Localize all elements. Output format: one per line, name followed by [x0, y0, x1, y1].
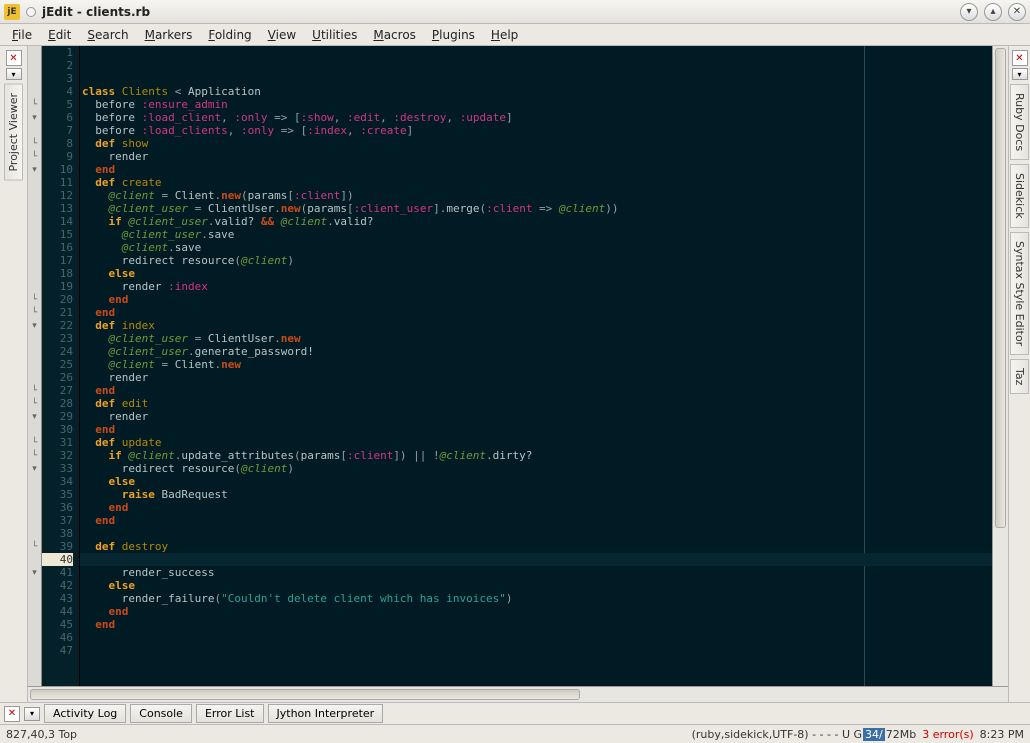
dock-tab-sidekick[interactable]: Sidekick [1010, 164, 1029, 228]
dock-tab-project-viewer[interactable]: Project Viewer [4, 84, 23, 181]
menu-file[interactable]: File [4, 26, 40, 44]
vertical-scrollbar[interactable] [992, 46, 1008, 686]
horizontal-scrollbar[interactable] [28, 686, 1008, 702]
code-line[interactable]: redirect resource(@client) [82, 462, 992, 475]
menu-plugins[interactable]: Plugins [424, 26, 483, 44]
dock-tab-ruby-docs[interactable]: Ruby Docs [1010, 84, 1029, 160]
dock-tab-error-list[interactable]: Error List [196, 704, 264, 723]
code-line[interactable]: class Clients < Application [82, 85, 992, 98]
error-count[interactable]: 3 error(s) [922, 728, 973, 741]
code-line[interactable]: end [82, 423, 992, 436]
editor: └▾└└▾└└▾└└▾└└▾└▾ 12345678910111213141516… [28, 46, 1008, 702]
code-line[interactable]: @client.save [82, 241, 992, 254]
statusbar: 827,40,3 Top (ruby,sidekick,UTF-8) - - -… [0, 724, 1030, 743]
code-line[interactable]: before :load_client, :only => [:show, :e… [82, 111, 992, 124]
dock-tab-syntax-style-editor[interactable]: Syntax Style Editor [1010, 232, 1029, 355]
code-line[interactable]: end [82, 618, 992, 631]
code-line[interactable]: @client = Client.new [82, 358, 992, 371]
code-line[interactable] [82, 527, 992, 540]
dock-menu-button[interactable]: ▾ [6, 68, 22, 80]
code-line[interactable]: render [82, 371, 992, 384]
dock-tab-jython-interpreter[interactable]: Jython Interpreter [268, 704, 384, 723]
code-line[interactable]: end [82, 514, 992, 527]
code-line[interactable]: else [82, 267, 992, 280]
code-line[interactable]: end [82, 384, 992, 397]
code-line[interactable]: @client_user = ClientUser.new [82, 332, 992, 345]
caret-position: 827,40,3 Top [6, 728, 77, 741]
code-line[interactable]: def update [82, 436, 992, 449]
menu-folding[interactable]: Folding [200, 26, 259, 44]
code-line[interactable]: def index [82, 319, 992, 332]
gutter[interactable]: 1234567891011121314151617181920212223242… [42, 46, 80, 686]
code-line[interactable]: def create [82, 176, 992, 189]
code-line[interactable]: @client_user = ClientUser.new(params[:cl… [82, 202, 992, 215]
code-line[interactable]: @client_user.generate_password! [82, 345, 992, 358]
code-line[interactable]: redirect resource(@client) [82, 254, 992, 267]
memory-used[interactable]: 34/ [863, 728, 885, 741]
app-icon: jE [4, 4, 20, 20]
code-line[interactable]: end [82, 605, 992, 618]
code-line[interactable]: @client = Client.new(params[:client]) [82, 189, 992, 202]
titlebar: jE jEdit - clients.rb ▾ ▴ ✕ [0, 0, 1030, 24]
code-line[interactable]: end [82, 501, 992, 514]
code-line[interactable]: else [82, 475, 992, 488]
dock-menu-button[interactable]: ▾ [1012, 68, 1028, 80]
menu-macros[interactable]: Macros [365, 26, 424, 44]
left-dock: ✕ ▾ Project Viewer [0, 46, 28, 702]
code-line[interactable]: end [82, 306, 992, 319]
dock-close-button[interactable]: ✕ [1012, 50, 1028, 66]
menu-edit[interactable]: Edit [40, 26, 79, 44]
code-line[interactable]: render [82, 410, 992, 423]
code-area[interactable]: class Clients < Application before :ensu… [80, 46, 992, 686]
code-line[interactable]: render_failure("Couldn't delete client w… [82, 592, 992, 605]
code-line[interactable]: def destroy [82, 540, 992, 553]
scrollbar-thumb[interactable] [30, 689, 580, 700]
menu-markers[interactable]: Markers [137, 26, 201, 44]
code-line[interactable]: @client_user.save [82, 228, 992, 241]
code-line[interactable]: if @client_user.valid? && @client.valid? [82, 215, 992, 228]
doc-modified-icon [26, 7, 36, 17]
right-dock: ✕ ▾ Ruby Docs Sidekick Syntax Style Editor… [1008, 46, 1030, 702]
scrollbar-thumb[interactable] [995, 48, 1006, 528]
code-line[interactable]: def edit [82, 397, 992, 410]
window-title: jEdit - clients.rb [42, 5, 954, 19]
code-line[interactable]: end [82, 293, 992, 306]
print-margin [864, 46, 865, 686]
dock-tab-console[interactable]: Console [130, 704, 192, 723]
code-line[interactable]: render_success [82, 566, 992, 579]
bottom-dock: ✕ ▾ Activity LogConsoleError ListJython … [0, 702, 1030, 724]
buffer-mode: (ruby,sidekick,UTF-8) - - - - U G [692, 728, 862, 741]
code-line[interactable]: if @client.update_attributes(params[:cli… [82, 449, 992, 462]
clock: 8:23 PM [980, 728, 1024, 741]
code-line[interactable]: raise BadRequest [82, 488, 992, 501]
dock-tab-activity-log[interactable]: Activity Log [44, 704, 126, 723]
menu-utilities[interactable]: Utilities [304, 26, 365, 44]
code-line[interactable]: end [82, 163, 992, 176]
code-line[interactable]: before :ensure_admin [82, 98, 992, 111]
code-line[interactable]: render [82, 150, 992, 163]
dock-tab-taz[interactable]: Taz [1010, 359, 1029, 394]
dock-close-button[interactable]: ✕ [4, 706, 20, 722]
menu-view[interactable]: View [260, 26, 304, 44]
menu-search[interactable]: Search [79, 26, 136, 44]
memory-total: 72Mb [886, 728, 916, 741]
code-line[interactable]: render :index [82, 280, 992, 293]
menubar: FileEditSearchMarkersFoldingViewUtilitie… [0, 24, 1030, 46]
dock-menu-button[interactable]: ▾ [24, 707, 40, 721]
code-line[interactable]: before :load_clients, :only => [:index, … [82, 124, 992, 137]
close-window-button[interactable]: ✕ [1008, 3, 1026, 21]
dock-close-button[interactable]: ✕ [6, 50, 22, 66]
menu-help[interactable]: Help [483, 26, 526, 44]
code-line[interactable]: def show [82, 137, 992, 150]
code-line[interactable]: else [82, 579, 992, 592]
maximize-button[interactable]: ▴ [984, 3, 1002, 21]
minimize-button[interactable]: ▾ [960, 3, 978, 21]
fold-column[interactable]: └▾└└▾└└▾└└▾└└▾└▾ [28, 46, 42, 686]
